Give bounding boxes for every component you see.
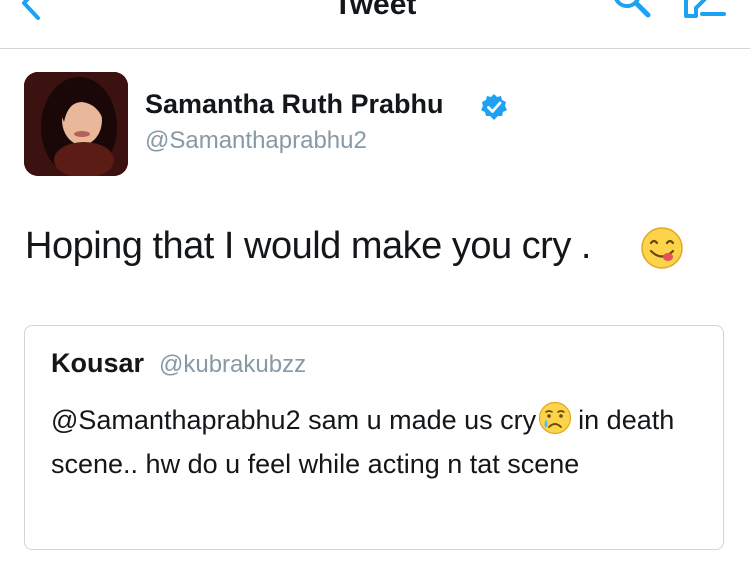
compose-icon <box>684 0 726 18</box>
author-name[interactable]: Samantha Ruth Prabhu <box>145 89 444 120</box>
quoted-text-start: @Samanthaprabhu2 sam u made us cry <box>51 405 537 435</box>
quoted-author-name: Kousar <box>51 348 145 378</box>
quoted-tweet-text: @Samanthaprabhu2 sam u made us cry in de… <box>51 398 691 486</box>
avatar[interactable] <box>24 72 128 176</box>
search-icon <box>614 0 651 18</box>
tweet-text: Hoping that I would make you cry . <box>25 225 591 267</box>
compose-button[interactable] <box>680 0 730 22</box>
profile-photo <box>24 72 128 176</box>
crying-face-emoji <box>539 401 572 435</box>
face-savoring-food-emoji <box>641 227 683 269</box>
quoted-tweet-card[interactable]: Kousar @kubrakubzz @Samanthaprabhu2 sam … <box>24 325 724 550</box>
search-button[interactable] <box>608 0 656 22</box>
quoted-author-handle: @kubrakubzz <box>159 351 307 378</box>
navigation-bar: Tweet <box>0 0 750 49</box>
author-handle[interactable]: @Samanthaprabhu2 <box>145 127 367 155</box>
verified-badge-icon <box>481 94 507 120</box>
